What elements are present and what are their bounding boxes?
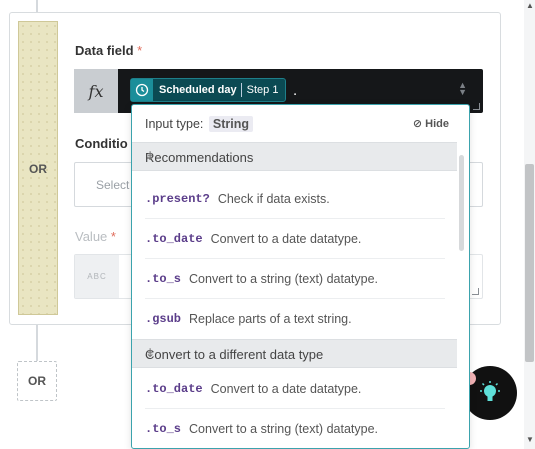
scroll-down-arrow-icon[interactable]: ▼ xyxy=(526,435,534,444)
suggestion-item[interactable]: .to_date Convert to a date datatype. xyxy=(145,219,445,259)
eye-slash-icon: ⊘ xyxy=(412,118,423,130)
input-type-badge: String xyxy=(208,116,253,132)
or-label: OR xyxy=(29,162,47,176)
add-or-button[interactable]: OR xyxy=(17,361,57,401)
or-group-bar: OR xyxy=(18,21,58,315)
dropdown-scrollbar-thumb[interactable] xyxy=(459,155,464,251)
datapill-name: Scheduled day xyxy=(159,84,237,96)
condition-placeholder: Select xyxy=(96,178,130,192)
collapse-icon[interactable]: ⇟ xyxy=(145,346,445,360)
hide-button[interactable]: ⊘ Hide xyxy=(413,117,449,130)
data-field-label: Data field * xyxy=(75,43,143,58)
page-scrollbar[interactable]: ▲ ▼ xyxy=(524,0,535,449)
clock-icon xyxy=(131,79,153,101)
lightbulb-icon xyxy=(480,381,500,401)
input-type-info: Input type: String xyxy=(145,116,253,132)
connector-top xyxy=(36,0,38,12)
suggestion-item[interactable]: .to_s Convert to a string (text) datatyp… xyxy=(145,409,445,448)
connector-middle xyxy=(36,325,38,361)
resize-handle[interactable] xyxy=(473,103,480,110)
condition-label: Conditio xyxy=(75,136,128,151)
typed-text: . xyxy=(293,82,298,99)
section-convert-type[interactable]: Convert to a different data type ⇟ xyxy=(132,339,457,368)
string-type-badge: ABC xyxy=(75,255,119,298)
datapill-step: Step 1 xyxy=(246,84,279,96)
collapse-icon[interactable]: ⇟ xyxy=(145,149,445,163)
dropdown-header: Input type: String ⊘ Hide xyxy=(132,105,469,143)
datapill-scheduled-day[interactable]: Scheduled day Step 1 xyxy=(130,78,287,102)
suggestion-item[interactable]: .present? Check if data exists. xyxy=(145,179,445,219)
page-scrollbar-thumb[interactable] xyxy=(525,164,534,362)
section-recommendations[interactable]: Recommendations ⇟ xyxy=(132,142,457,171)
formula-suggestions-dropdown: Input type: String ⊘ Hide Recommendation… xyxy=(131,104,470,449)
scroll-up-arrow-icon[interactable]: ▲ xyxy=(526,1,534,10)
value-resize-handle[interactable] xyxy=(472,288,479,295)
expand-collapse-icon[interactable]: ▲ ▼ xyxy=(458,81,467,97)
suggestion-item[interactable]: .gsub Replace parts of a text string. xyxy=(145,299,445,339)
value-label: Value * xyxy=(75,229,116,244)
fx-icon-glyph: fx xyxy=(88,81,104,101)
suggestion-item[interactable]: .to_s Convert to a string (text) datatyp… xyxy=(145,259,445,299)
fx-icon[interactable]: fx xyxy=(74,69,118,113)
suggestion-item[interactable]: .to_date Convert to a date datatype. xyxy=(145,369,445,409)
